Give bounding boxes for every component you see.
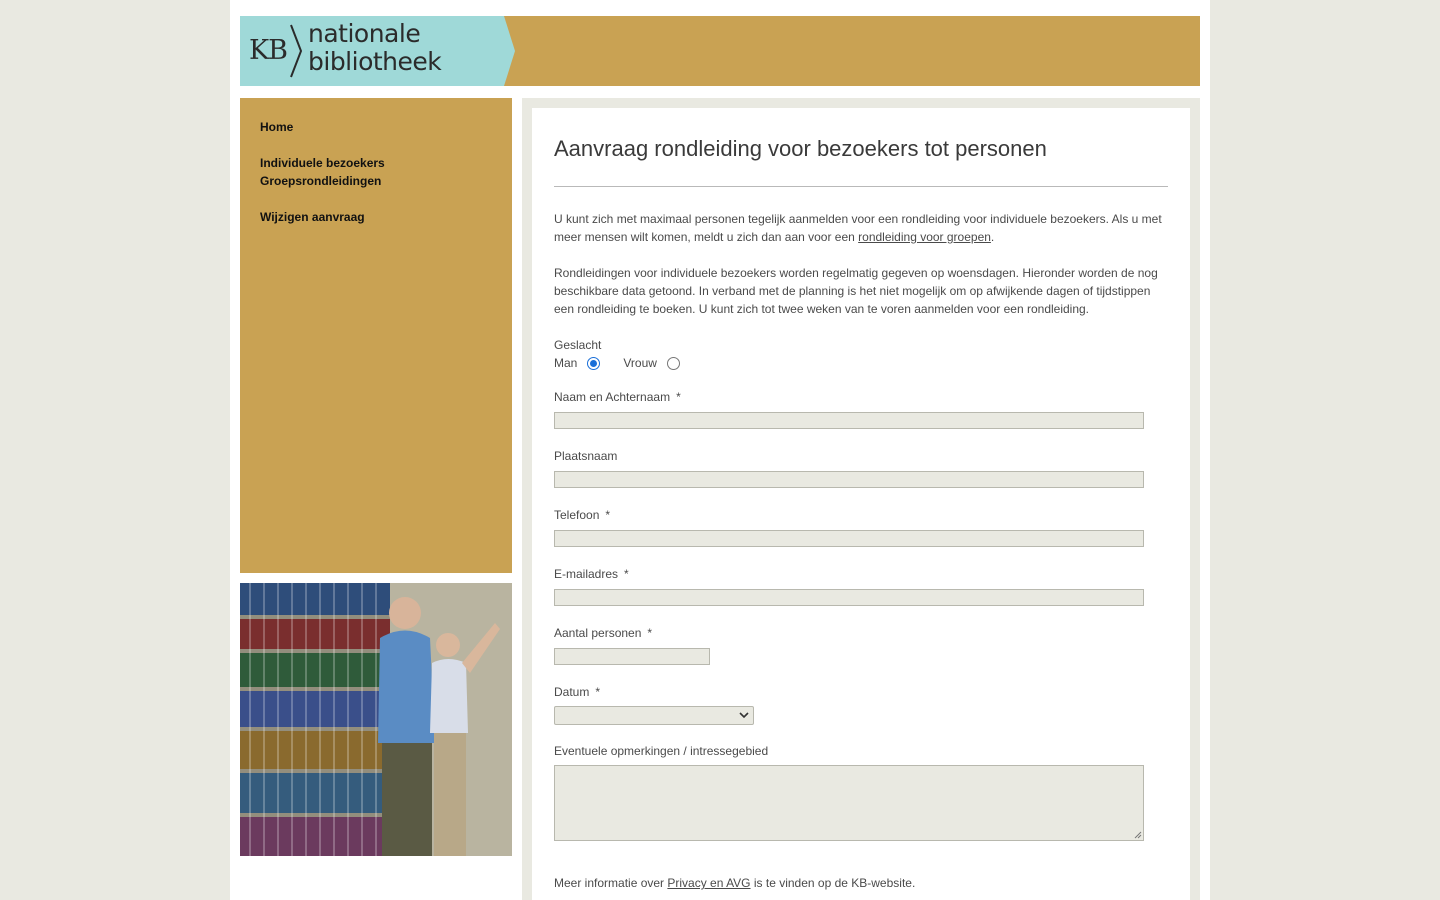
nav-item-wijzigen-aanvraag[interactable]: Wijzigen aanvraag: [260, 208, 500, 226]
logo-line-2: bibliotheek: [308, 47, 442, 76]
info-paragraph: Rondleidingen voor individuele bezoekers…: [554, 266, 1158, 316]
email-input[interactable]: [554, 589, 1144, 606]
email-label: E-mailadres *: [554, 567, 629, 581]
city-input[interactable]: [554, 471, 1144, 488]
nav-item-individuele-bezoekers[interactable]: Individuele bezoekers: [260, 154, 500, 172]
remarks-label: Eventuele opmerkingen / intressegebied: [554, 744, 769, 758]
chevron-down-icon: [739, 712, 749, 719]
privacy-link[interactable]: Privacy en AVG: [667, 876, 750, 890]
date-select[interactable]: [554, 706, 754, 725]
main-content: Aanvraag rondleiding voor bezoekers tot …: [532, 108, 1190, 900]
intro-text-end: .: [990, 230, 995, 244]
persons-input[interactable]: [554, 648, 710, 665]
logo-kb-mark: KB: [249, 35, 288, 66]
gender-vrouw-label: Vrouw: [623, 356, 657, 370]
logo-bracket-icon: [290, 24, 303, 78]
required-marker: *: [605, 508, 611, 522]
group-tour-link[interactable]: rondleiding voor groepen: [858, 230, 991, 244]
privacy-note: Meer informatie over Privacy en AVG is t…: [554, 876, 916, 890]
required-marker: *: [676, 390, 681, 404]
gender-man-radio[interactable]: [587, 356, 601, 370]
gender-man-label: Man: [554, 356, 578, 370]
logo-wordmark: nationale bibliotheek: [308, 19, 442, 76]
remarks-textarea[interactable]: [554, 765, 1144, 841]
nav-item-home[interactable]: Home: [260, 118, 500, 136]
phone-label: Telefoon *: [554, 508, 611, 522]
sidebar: Home Individuele bezoekers Groepsrondlei…: [240, 98, 512, 573]
content-frame: Aanvraag rondleiding voor bezoekers tot …: [522, 98, 1200, 900]
gender-vrouw-radio[interactable]: [666, 356, 680, 370]
persons-label: Aantal personen *: [554, 626, 653, 640]
page-title: Aanvraag rondleiding voor bezoekers tot …: [554, 136, 1047, 161]
required-marker: *: [595, 685, 601, 699]
title-divider: [554, 186, 1168, 187]
phone-input[interactable]: [554, 530, 1144, 547]
name-input[interactable]: [554, 412, 1144, 429]
required-marker: *: [624, 567, 629, 581]
logo-line-1: nationale: [308, 19, 421, 48]
nav-item-groepsrondleidingen[interactable]: Groepsrondleidingen: [260, 172, 500, 190]
site-header: KB nationale bibliotheek: [240, 16, 1200, 86]
intro-paragraph: U kunt zich met maximaal personen tegeli…: [554, 210, 1168, 246]
gender-label: Geslacht: [554, 338, 602, 352]
name-label: Naam en Achternaam *: [554, 390, 681, 404]
page: KB nationale bibliotheek Home Individuel…: [230, 0, 1210, 900]
library-photo-image: [240, 583, 512, 856]
gender-radio-group: Man Vrouw: [554, 356, 680, 370]
kb-logo[interactable]: KB nationale bibliotheek: [240, 16, 515, 86]
sidebar-nav: Home Individuele bezoekers Groepsrondlei…: [260, 118, 500, 226]
library-photo: [240, 583, 512, 856]
city-label: Plaatsnaam: [554, 449, 618, 463]
required-marker: *: [647, 626, 653, 640]
date-label: Datum *: [554, 685, 601, 699]
resize-grip-icon[interactable]: [1134, 831, 1142, 839]
